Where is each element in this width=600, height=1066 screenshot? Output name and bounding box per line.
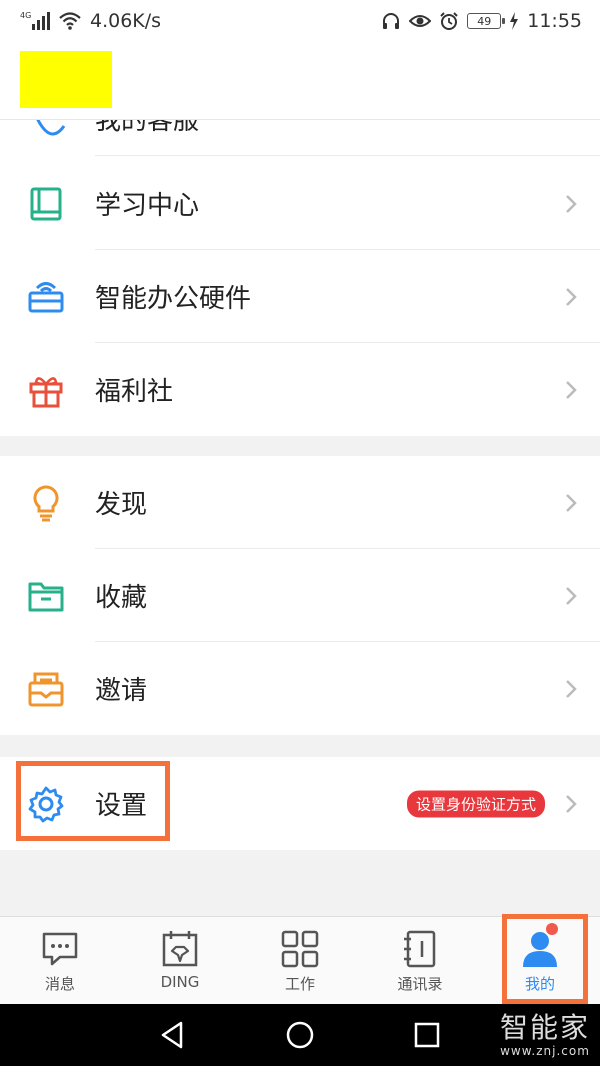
network-speed: 4.06K/s (90, 10, 162, 32)
list-item-cutoff[interactable]: 我的客服 (0, 120, 600, 156)
chevron-right-icon (566, 194, 577, 213)
tab-ding[interactable]: DING (120, 917, 240, 1005)
watermark-sub: www.znj.com (500, 1044, 590, 1058)
charging-icon (510, 12, 519, 30)
tab-contacts[interactable]: 通讯录 (360, 917, 480, 1005)
watermark-main: 智能家 (499, 1011, 590, 1044)
menu-item-smart-office-hardware[interactable]: 智能办公硬件 (0, 250, 600, 343)
chevron-right-icon (566, 679, 577, 698)
menu-item-discover[interactable]: 发现 (0, 456, 600, 549)
chevron-right-icon (566, 493, 577, 512)
menu-item-favorites[interactable]: 收藏 (0, 549, 600, 642)
chevron-right-icon (566, 794, 577, 813)
gift-icon (29, 376, 63, 407)
identity-verification-badge: 设置身份验证方式 (406, 790, 545, 817)
menu-item-label: 邀请 (95, 676, 148, 706)
wifi-icon (59, 12, 81, 30)
home-icon[interactable] (283, 1018, 317, 1052)
grid-icon (281, 930, 319, 968)
chevron-right-icon (566, 287, 577, 306)
battery-indicator: 49 (467, 13, 506, 29)
tab-label: 消息 (44, 975, 75, 993)
list-item-label: 我的客服 (95, 120, 200, 136)
headphones-icon (383, 13, 400, 29)
status-bar: 4G 4.06K/s 49 11:55 (0, 0, 600, 40)
clock: 11:55 (527, 10, 582, 32)
menu-item-label: 学习中心 (95, 191, 200, 221)
svg-text:4G: 4G (20, 11, 31, 20)
headset-icon (36, 120, 66, 136)
envelope-icon (28, 672, 64, 706)
ding-icon (162, 931, 198, 967)
contacts-icon (404, 930, 436, 968)
wifi-device-icon (28, 281, 64, 312)
tab-label: 工作 (284, 975, 315, 993)
cellular-signal-icon: 4G (20, 11, 50, 30)
menu-item-label: 福利社 (95, 377, 174, 407)
recents-icon[interactable] (410, 1018, 444, 1052)
menu-group-2: 发现 收藏 邀请 (0, 456, 600, 735)
folder-icon (28, 582, 64, 611)
chevron-right-icon (566, 380, 577, 399)
tab-mine-highlight (502, 914, 588, 1004)
back-icon[interactable] (155, 1018, 189, 1052)
menu-group-1: 学习中心 智能办公硬件 福利社 (0, 157, 600, 436)
system-nav-bar: 智能家 www.znj.com (0, 1004, 600, 1066)
tab-work[interactable]: 工作 (240, 917, 360, 1005)
menu-item-invite[interactable]: 邀请 (0, 642, 600, 735)
settings-highlight (16, 761, 170, 841)
alarm-icon (440, 12, 458, 30)
section-gap (0, 436, 600, 456)
watermark: 智能家 www.znj.com (500, 1006, 590, 1058)
bottom-empty-area (0, 850, 600, 916)
menu-item-label: 收藏 (95, 583, 148, 613)
header (0, 40, 600, 120)
section-gap (0, 735, 600, 757)
menu-item-label: 发现 (95, 490, 148, 520)
redacted-block (20, 51, 112, 108)
tab-label: 通讯录 (397, 975, 443, 993)
menu-item-welfare[interactable]: 福利社 (0, 343, 600, 436)
tab-messages[interactable]: 消息 (0, 917, 120, 1005)
menu-item-label: 智能办公硬件 (95, 284, 252, 314)
chat-icon (42, 932, 78, 966)
eye-icon (409, 15, 432, 27)
menu-item-study-center[interactable]: 学习中心 (0, 157, 600, 250)
tab-label: DING (160, 973, 200, 991)
lightbulb-icon (33, 484, 59, 521)
chevron-right-icon (566, 586, 577, 605)
book-icon (30, 187, 62, 220)
